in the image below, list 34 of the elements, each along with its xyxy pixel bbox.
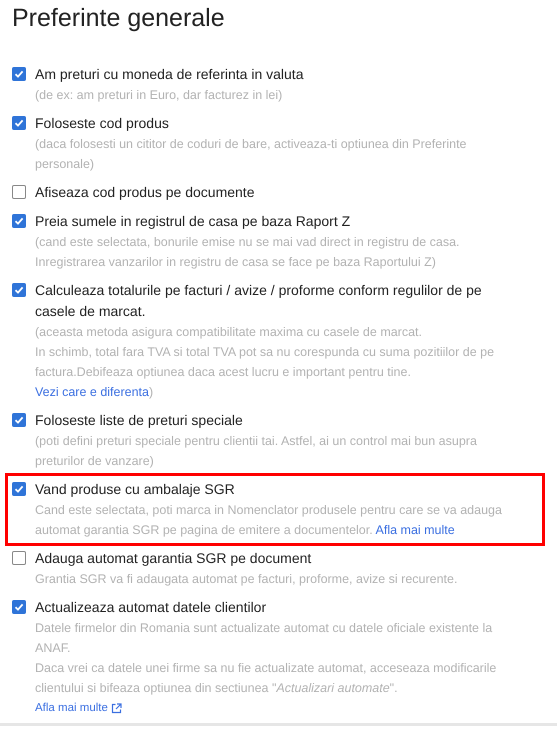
- checkbox[interactable]: [12, 116, 26, 130]
- checkbox[interactable]: [12, 600, 26, 614]
- checkbox[interactable]: [12, 214, 26, 228]
- option-description: (poti defini preturi speciale pentru clientii tai. Astfel, ai un control mai bun asupra preturilor de vanzare): [35, 433, 478, 470]
- option-description: Datele firmelor din Romania sunt actualizate automat cu datele oficiale existente la ANAF.: [35, 620, 494, 657]
- checkbox[interactable]: [12, 283, 26, 297]
- option-description: (daca folosesti un cititor de coduri de bare, activeaza-ti optiunea din Preferinte personale): [35, 136, 468, 173]
- option-label: Adauga automat garantia SGR pe document: [35, 549, 312, 568]
- option-label: Calculeaza totalurile pe facturi / avize / proforme conform regulilor de pe casele de marcat.: [35, 281, 483, 321]
- option-label: Foloseste liste de preturi speciale: [35, 411, 244, 430]
- checkbox[interactable]: [12, 67, 26, 81]
- option-label: Afiseaza cod produs pe documente: [35, 183, 256, 202]
- option-description: Inregistrarea vanzarilor in registru de casa se face pe baza Raportului Z): [35, 254, 437, 271]
- option-description: Cand este selectata, poti marca in Nomenclator produsele pentru care se va adauga automat garantia SGR pe pagina de emitere a documentelor. Afla mai multe: [35, 502, 503, 539]
- option-description: (cand este selectata, bonurile emise nu se mai vad direct in registru de casa.: [35, 234, 461, 251]
- option-description: Grantia SGR va fi adaugata automat pe facturi, proforme, avize si recurente.: [35, 571, 458, 588]
- checkbox[interactable]: [12, 413, 26, 427]
- option-description: Daca vrei ca datele unei firme sa nu fie actualizate automat, acceseaza modificarile clientului si bifeaza optiunea din sectiunea "Actualizari automate".: [35, 660, 498, 697]
- external-link-icon: [110, 702, 122, 714]
- learn-more-link[interactable]: Afla mai multe: [376, 523, 455, 537]
- learn-more-link[interactable]: Afla mai multe: [35, 699, 122, 717]
- page-title: Preferinte generale: [12, 3, 226, 34]
- option-description: (aceasta metoda asigura compatibilitate maxima cu casele de marcat.: [35, 324, 423, 341]
- option-description: In schimb, total fara TVA si total TVA pot sa nu corespunda cu suma pozitiilor de pe factura.Debifeaza optiunea daca acest lucru e important pentru tine. Vezi care e diferenta): [35, 344, 496, 401]
- learn-more-link[interactable]: Vezi care e diferenta: [35, 385, 149, 399]
- checkbox[interactable]: [12, 185, 26, 199]
- option-label: Preia sumele in registrul de casa pe baza Raport Z: [35, 212, 352, 231]
- checkbox[interactable]: [12, 482, 26, 496]
- option-label: Vand produse cu ambalaje SGR: [35, 480, 236, 499]
- option-label: Am preturi cu moneda de referinta in valuta: [35, 65, 304, 84]
- option-label: Actualizeaza automat datele clientilor: [35, 598, 268, 617]
- option-label: Foloseste cod produs: [35, 114, 170, 133]
- option-description: (de ex: am preturi in Euro, dar facturez in lei): [35, 87, 284, 104]
- checkbox[interactable]: [12, 551, 26, 565]
